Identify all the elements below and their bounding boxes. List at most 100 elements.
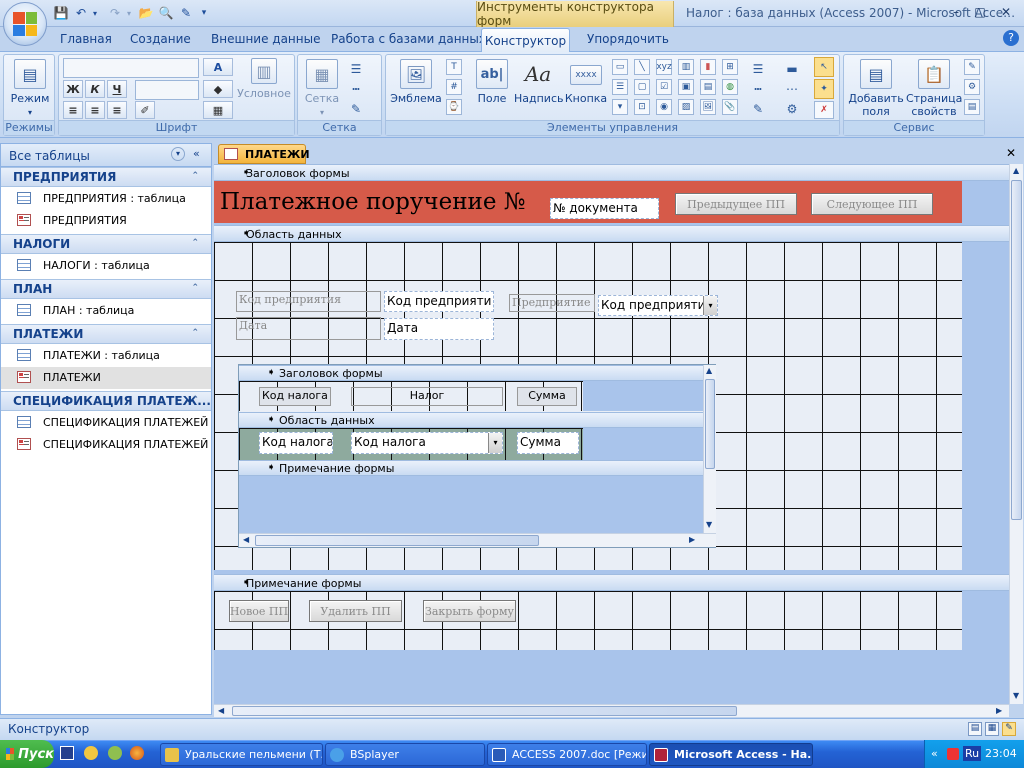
subform-horizontal-scrollbar[interactable]: ◀ ▶ <box>239 533 716 547</box>
listbox-icon[interactable]: ☰ <box>612 79 628 95</box>
web-icon[interactable]: ◍ <box>722 79 738 95</box>
date-time-icon[interactable]: ⌚ <box>446 99 462 115</box>
tab-home[interactable]: Главная <box>60 32 112 46</box>
col-tax-code-label[interactable]: Код налога <box>259 387 331 406</box>
collapse-chevron-icon[interactable]: ⌃ <box>191 238 199 248</box>
new-payment-button[interactable]: Новое ПП <box>229 600 289 622</box>
taskbar-button-1[interactable]: Уральские пельмени (Т... <box>160 743 323 766</box>
line-thickness-icon[interactable]: ☰ <box>348 61 364 77</box>
italic-button[interactable]: К <box>85 80 105 98</box>
nav-item[interactable]: ПРЕДПРИЯТИЯ <box>1 210 211 232</box>
nav-item[interactable]: СПЕЦИФИКАЦИЯ ПЛАТЕЖЕЙ ... <box>1 434 211 456</box>
line-type-icon[interactable]: ┅ <box>348 81 364 97</box>
close-window-button[interactable]: ✕ <box>994 3 1018 21</box>
attachment-icon[interactable]: 📎 <box>722 99 738 115</box>
next-payment-button[interactable]: Следующее ПП <box>811 193 933 215</box>
bar-chart-icon[interactable]: ▮ <box>700 59 716 75</box>
company-code-label[interactable]: Код предприятия <box>236 291 381 312</box>
nav-item[interactable]: СПЕЦИФИКАЦИЯ ПЛАТЕЖЕЙ ... <box>1 412 211 434</box>
image-icon[interactable]: 🖼 <box>700 99 716 115</box>
nav-group-header[interactable]: ПРЕДПРИЯТИЯ ⌃ <box>1 167 211 187</box>
company-combo[interactable]: Код предприяти ▾ <box>598 295 718 316</box>
nav-collapse-icon[interactable]: « <box>193 147 200 160</box>
collapse-chevron-icon[interactable]: ⌃ <box>191 395 199 405</box>
open-folder-icon[interactable]: 📂 <box>137 4 155 22</box>
scroll-right-icon[interactable]: ▶ <box>689 535 695 544</box>
format-painter-icon[interactable]: ✐ <box>135 101 155 119</box>
view-form-icon[interactable]: ▤ <box>968 722 982 736</box>
view-design-icon[interactable]: ✎ <box>1002 722 1016 736</box>
date-label[interactable]: Дата <box>236 317 381 340</box>
line-color-ctrl-icon[interactable]: ✎ <box>750 101 766 117</box>
nav-item[interactable]: ПРЕДПРИЯТИЯ : таблица <box>1 188 211 210</box>
conditional-format-button[interactable]: ▥ Условное <box>237 58 291 100</box>
subform-section-header[interactable]: ➧ Заголовок формы <box>239 365 703 381</box>
main-vertical-scrollbar[interactable]: ▲ ▼ <box>1009 164 1023 704</box>
align-right-icon[interactable]: ≡ <box>107 101 127 119</box>
combobox-icon[interactable]: ▾ <box>612 99 628 115</box>
nav-group-header[interactable]: ПЛАН ⌃ <box>1 279 211 299</box>
main-scroll-down-icon[interactable]: ▼ <box>1013 691 1019 700</box>
main-scroll-up-icon[interactable]: ▲ <box>1013 166 1019 175</box>
main-scroll-right-icon[interactable]: ▶ <box>996 706 1002 715</box>
line-color-icon[interactable]: ▦ <box>203 101 233 119</box>
nav-header[interactable]: Все таблицы ▾ « <box>1 144 211 167</box>
scroll-left-icon[interactable]: ◀ <box>243 535 249 544</box>
collapse-chevron-icon[interactable]: ⌃ <box>191 171 199 181</box>
option-group-icon[interactable]: ⊡ <box>634 99 650 115</box>
property-sheet-button[interactable]: 📋 Страница свойств <box>906 59 962 118</box>
subform-control[interactable]: ➧ Заголовок формы Код налога Налог Сумма … <box>238 364 716 548</box>
sum-field[interactable]: Сумма <box>517 432 579 454</box>
font-size-combo[interactable] <box>135 80 199 100</box>
language-indicator[interactable]: Ru <box>963 746 982 761</box>
main-hscroll-thumb[interactable] <box>232 706 737 716</box>
nav-group-header[interactable]: СПЕЦИФИКАЦИЯ ПЛАТЕЖ... ⌃ <box>1 391 211 411</box>
special-effect-icon[interactable]: ▬ <box>784 61 800 77</box>
section-bar-header[interactable]: ➧ Заголовок формы <box>214 164 1009 181</box>
tab-designer[interactable]: Конструктор <box>481 28 570 52</box>
subform-vertical-scrollbar[interactable]: ▲ ▼ <box>703 365 716 533</box>
select-pointer-icon[interactable]: ↖ <box>814 57 834 77</box>
tray-alert-icon[interactable] <box>947 748 959 760</box>
property-icon[interactable]: ⚙ <box>784 101 800 117</box>
grid-button[interactable]: ▦ Сетка ▾ <box>302 59 342 119</box>
object-frame-icon[interactable]: ▣ <box>678 79 694 95</box>
customize-qat-icon[interactable]: ▾ <box>195 4 213 22</box>
taskbar-button-3[interactable]: ACCESS 2007.doc [Режим... <box>487 743 647 766</box>
company-label[interactable]: Предприятие <box>509 294 595 312</box>
nav-item[interactable]: ПЛАТЕЖИ : таблица <box>1 345 211 367</box>
snap-icon[interactable]: ⋯ <box>784 81 800 97</box>
company-combo-arrow-icon[interactable]: ▾ <box>703 296 717 315</box>
tab-create[interactable]: Создание <box>130 32 191 46</box>
line-type-ctrl-icon[interactable]: ┅ <box>750 81 766 97</box>
align-left-icon[interactable]: ≡ <box>63 101 83 119</box>
redo-dropdown-icon[interactable]: ▾ <box>120 4 138 22</box>
tab-order-icon[interactable]: ▤ <box>964 99 980 115</box>
page-number-icon[interactable]: # <box>446 79 462 95</box>
font-name-combo[interactable] <box>63 58 199 78</box>
font-color-icon[interactable]: A <box>203 58 233 76</box>
close-document-icon[interactable]: ✕ <box>1006 146 1016 160</box>
tab-arrange[interactable]: Упорядочить <box>587 32 669 46</box>
subform-hscroll-thumb[interactable] <box>255 535 539 546</box>
tax-combo[interactable]: Код налога ▾ <box>351 432 503 454</box>
macro-icon[interactable]: ⚙ <box>964 79 980 95</box>
date-field[interactable]: Дата <box>384 318 494 340</box>
section-bar-detail[interactable]: ➧ Область данных <box>214 225 1009 242</box>
undo-dropdown-icon[interactable]: ▾ <box>86 4 104 22</box>
checkbox-icon[interactable]: ☑ <box>656 79 672 95</box>
document-tab[interactable]: ПЛАТЕЖИ <box>218 144 310 164</box>
tab-control-icon[interactable]: ▭ <box>612 59 628 75</box>
align-center-icon[interactable]: ≡ <box>85 101 105 119</box>
wizard-icon[interactable]: ✦ <box>814 79 834 99</box>
view-button[interactable]: ▤ Режим ▾ <box>8 59 52 119</box>
scroll-down-icon[interactable]: ▼ <box>706 520 712 529</box>
tab-external-data[interactable]: Внешние данные <box>211 32 320 46</box>
collapse-chevron-icon[interactable]: ⌃ <box>191 328 199 338</box>
col-sum-label[interactable]: Сумма <box>517 387 577 406</box>
rectangle-tool-icon[interactable]: ▢ <box>634 79 650 95</box>
collapse-chevron-icon[interactable]: ⌃ <box>191 283 199 293</box>
save-icon[interactable]: 💾 <box>52 4 70 22</box>
nav-group-header[interactable]: НАЛОГИ ⌃ <box>1 234 211 254</box>
firefox-icon[interactable] <box>130 746 144 760</box>
